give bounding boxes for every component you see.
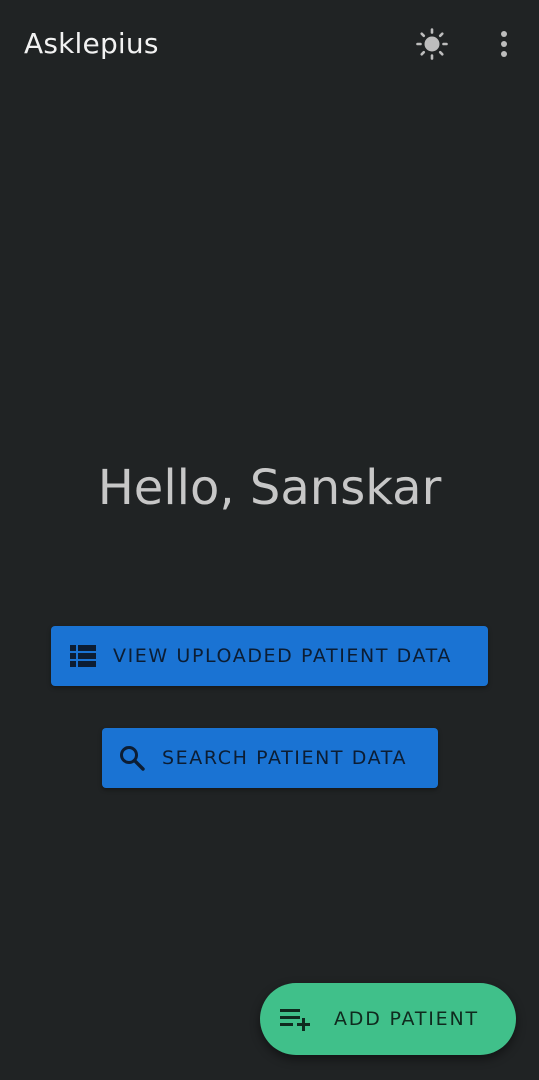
view-uploaded-patient-data-button[interactable]: VIEW UPLOADED PATIENT DATA <box>51 626 488 686</box>
view-uploaded-patient-data-label: VIEW UPLOADED PATIENT DATA <box>113 645 453 667</box>
playlist-add-icon <box>280 1003 312 1035</box>
sun-icon <box>416 28 448 60</box>
search-patient-data-label: SEARCH PATIENT DATA <box>162 747 408 769</box>
add-patient-fab[interactable]: ADD PATIENT <box>260 983 516 1055</box>
greeting-text: Hello, Sanskar <box>97 460 442 516</box>
app-bar: Asklepius <box>0 0 539 90</box>
search-icon <box>118 744 146 772</box>
more-vert-icon <box>501 31 507 57</box>
theme-toggle-button[interactable] <box>408 20 456 68</box>
search-patient-data-button[interactable]: SEARCH PATIENT DATA <box>102 728 438 788</box>
add-patient-label: ADD PATIENT <box>334 1008 479 1030</box>
overflow-menu-button[interactable] <box>480 20 528 68</box>
list-icon <box>69 642 97 670</box>
app-title: Asklepius <box>24 27 159 60</box>
